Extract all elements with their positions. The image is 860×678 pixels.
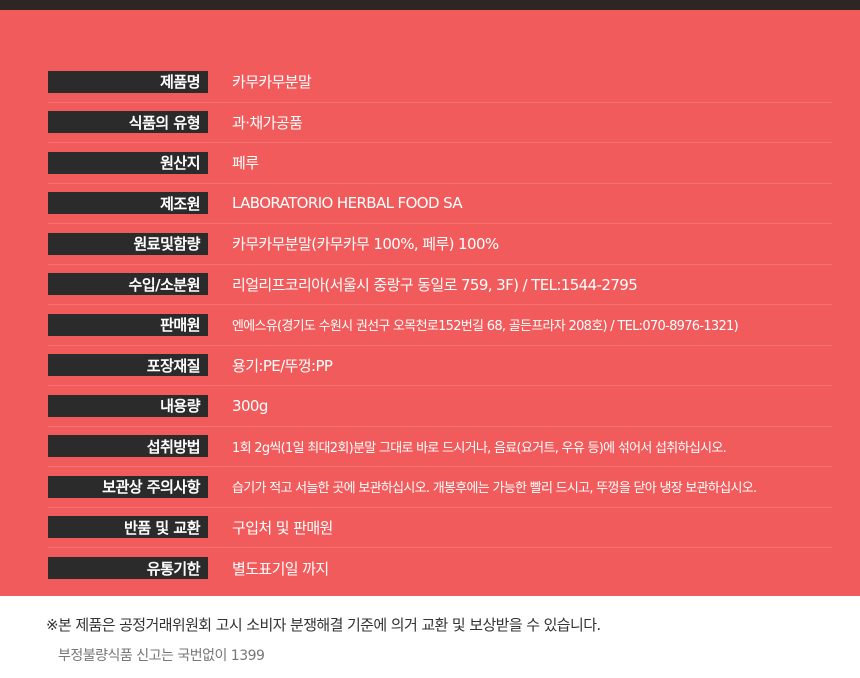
info-row-directions: 섭취방법 1회 2g씩(1일 최대2회)분말 그대로 바로 드시거나, 음료(요… [48,427,832,467]
row-label: 유통기한 [48,557,208,580]
info-row-ingredients: 원료및함량 카무카무분말(카무카무 100%, 페루) 100% [48,224,832,265]
row-label: 내용량 [48,394,208,417]
info-row-packaging: 포장재질 용기:PE/뚜껑:PP [48,346,832,386]
row-label: 제품명 [48,70,208,93]
info-row-expiration: 유통기한 별도표기일 까지 [48,548,832,589]
info-row-returns: 반품 및 교환 구입처 및 판매원 [48,508,832,548]
info-row-product-name: 제품명 카무카무분말 [48,62,832,103]
top-dark-bar [0,0,860,10]
row-label: 보관상 주의사항 [48,475,208,498]
row-label: 식품의 유형 [48,111,208,134]
row-value: 페루 [232,154,259,173]
row-value: 엔에스유(경기도 수원시 권선구 오목천로152번길 68, 골든프라자 208… [232,319,739,335]
row-label: 반품 및 교환 [48,516,208,539]
row-value: 구입처 및 판매원 [232,518,333,537]
row-value: 카무카무분말(카무카무 100%, 페루) 100% [232,235,499,254]
row-value: 1회 2g씩(1일 최대2회)분말 그대로 바로 드시거나, 음료(요거트, 우… [232,440,727,456]
product-info-table: 제품명 카무카무분말 식품의 유형 과·채가공품 원산지 페루 제조원 LABO… [48,62,832,589]
row-label: 원료및함량 [48,232,208,255]
product-info-panel: 제품명 카무카무분말 식품의 유형 과·채가공품 원산지 페루 제조원 LABO… [0,10,860,596]
row-label: 포장재질 [48,354,208,377]
row-label: 섭취방법 [48,435,208,458]
info-row-origin: 원산지 페루 [48,143,832,184]
info-row-storage: 보관상 주의사항 습기가 적고 서늘한 곳에 보관하십시오. 개봉후에는 가능한… [48,467,832,508]
info-row-importer: 수입/소분원 리얼리프코리아(서울시 중랑구 동일로 759, 3F) / TE… [48,265,832,305]
row-label: 원산지 [48,151,208,174]
row-value: LABORATORIO HERBAL FOOD SA [232,194,463,213]
row-value: 리얼리프코리아(서울시 중랑구 동일로 759, 3F) / TEL:1544-… [232,275,638,294]
row-value: 용기:PE/뚜껑:PP [232,356,333,375]
row-value: 별도표기일 까지 [232,559,329,578]
row-label: 제조원 [48,192,208,215]
consumer-notice: ※본 제품은 공정거래위원회 고시 소비자 분쟁해결 기준에 의거 교환 및 보… [46,616,601,634]
report-notice: 부정불량식품 신고는 국번없이 1399 [58,648,265,664]
row-value: 습기가 적고 서늘한 곳에 보관하십시오. 개봉후에는 가능한 빨리 드시고, … [232,481,757,497]
info-row-manufacturer: 제조원 LABORATORIO HERBAL FOOD SA [48,184,832,224]
row-value: 카무카무분말 [232,73,312,92]
row-value: 과·채가공품 [232,113,303,132]
row-label: 수입/소분원 [48,273,208,296]
notice-section: ※본 제품은 공정거래위원회 고시 소비자 분쟁해결 기준에 의거 교환 및 보… [0,596,860,665]
row-label: 판매원 [48,313,208,336]
info-row-food-type: 식품의 유형 과·채가공품 [48,103,832,143]
info-row-seller: 판매원 엔에스유(경기도 수원시 권선구 오목천로152번길 68, 골든프라자… [48,305,832,346]
info-row-net-weight: 내용량 300g [48,386,832,427]
row-value: 300g [232,396,268,415]
